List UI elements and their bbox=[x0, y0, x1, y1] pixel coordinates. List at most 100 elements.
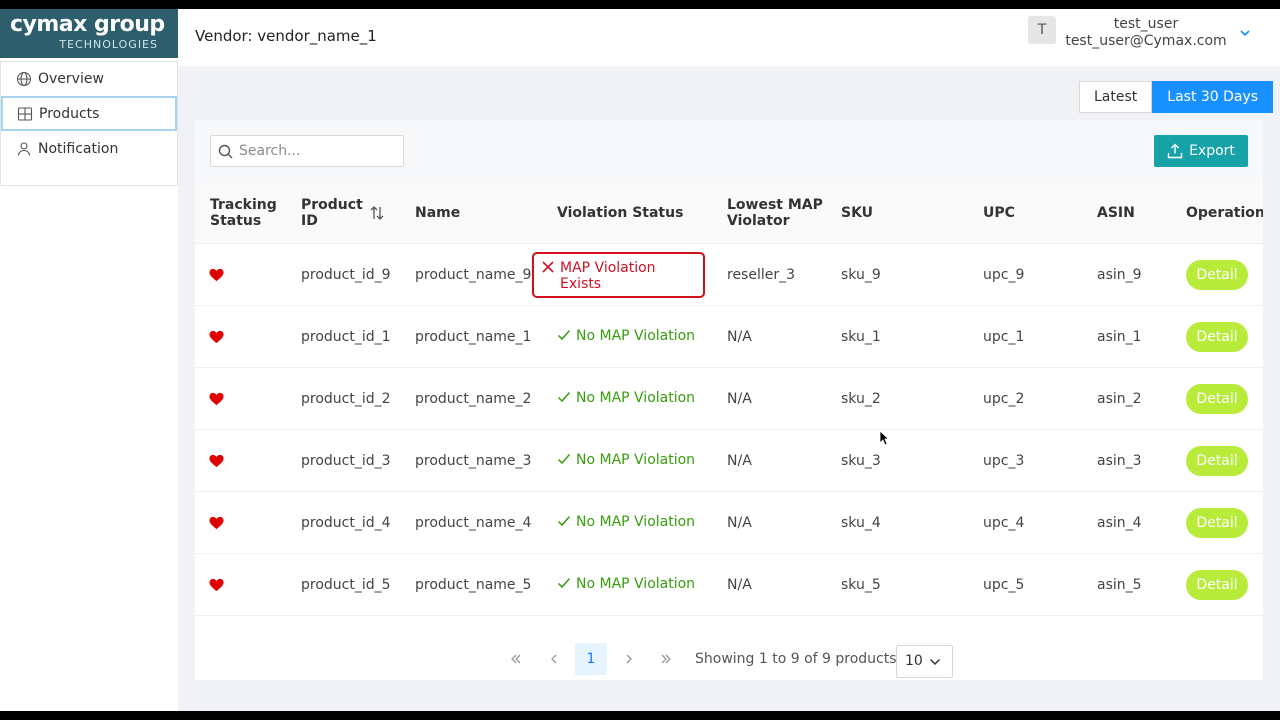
lowest-violator-cell: N/A bbox=[727, 577, 752, 593]
detail-button[interactable]: Detail bbox=[1186, 322, 1248, 352]
user-icon bbox=[16, 141, 32, 157]
check-icon bbox=[557, 390, 576, 408]
asin-cell: asin_9 bbox=[1097, 267, 1142, 283]
page-size-select[interactable]: 10 bbox=[896, 645, 953, 678]
user-name[interactable]: test_user bbox=[1064, 16, 1228, 32]
sku-cell: sku_9 bbox=[841, 267, 881, 283]
check-icon bbox=[557, 576, 576, 594]
product-id-cell: product_id_1 bbox=[301, 329, 391, 345]
violation-status-text: No MAP Violation bbox=[576, 576, 696, 592]
user-email[interactable]: test_user@Cymax.com bbox=[1064, 33, 1228, 49]
heart-icon[interactable] bbox=[209, 554, 224, 616]
products-card: Export TrackingStatus ProductID Name Vio… bbox=[195, 120, 1263, 680]
product-id-cell: product_id_2 bbox=[301, 391, 391, 407]
chevron-right-icon bbox=[626, 654, 632, 664]
double-chevron-right-icon bbox=[661, 654, 671, 664]
export-button[interactable]: Export bbox=[1154, 135, 1248, 167]
detail-button[interactable]: Detail bbox=[1186, 508, 1248, 538]
asin-cell: asin_2 bbox=[1097, 391, 1142, 407]
violation-status-text: No MAP Violation bbox=[576, 514, 696, 530]
chevron-left-icon bbox=[551, 654, 557, 664]
sort-icon[interactable] bbox=[369, 205, 385, 221]
product-id-cell: product_id_5 bbox=[301, 577, 391, 593]
header-line: Violator bbox=[727, 213, 790, 229]
sku-cell: sku_4 bbox=[841, 515, 881, 531]
avatar[interactable]: T bbox=[1028, 16, 1056, 44]
table-row: product_id_9 product_name_9 MAP Violation E… bbox=[195, 244, 1263, 306]
detail-button[interactable]: Detail bbox=[1186, 260, 1248, 290]
range-latest-button[interactable]: Latest bbox=[1079, 81, 1153, 113]
export-label: Export bbox=[1189, 143, 1235, 159]
violation-status-text: MAP Violation Exists bbox=[560, 260, 656, 292]
close-icon bbox=[541, 260, 560, 278]
app-window: cymax group TECHNOLOGIES Overview Produc… bbox=[0, 9, 1280, 711]
asin-cell: asin_1 bbox=[1097, 329, 1142, 345]
logo[interactable]: cymax group TECHNOLOGIES bbox=[0, 9, 178, 58]
column-header-upc: UPC bbox=[983, 205, 1015, 221]
product-name-cell: product_name_2 bbox=[415, 391, 532, 407]
table-row: product_id_3 product_name_3 No MAP Violati… bbox=[195, 430, 1263, 492]
prev-page-button[interactable] bbox=[538, 643, 570, 675]
violation-status-cell: No MAP Violation bbox=[557, 368, 695, 430]
search-box[interactable] bbox=[210, 135, 404, 167]
heart-icon[interactable] bbox=[209, 368, 224, 430]
lowest-violator-cell: N/A bbox=[727, 515, 752, 531]
column-header-name: Name bbox=[415, 205, 461, 221]
violation-status-cell: No MAP Violation bbox=[557, 492, 695, 554]
check-icon bbox=[557, 514, 576, 532]
violation-status-cell: MAP Violation Exists bbox=[532, 244, 705, 306]
column-header-tracking-status: Tracking Status bbox=[210, 182, 277, 244]
detail-button[interactable]: Detail bbox=[1186, 384, 1248, 414]
page-number-button[interactable]: 1 bbox=[575, 643, 607, 675]
product-name-cell: product_name_3 bbox=[415, 453, 532, 469]
violation-status-cell: No MAP Violation bbox=[557, 306, 695, 368]
range-last-30-days-button[interactable]: Last 30 Days bbox=[1152, 81, 1274, 113]
column-header-product-id[interactable]: Product ID bbox=[301, 182, 384, 244]
sidebar-item-overview[interactable]: Overview bbox=[1, 61, 177, 96]
product-name-cell: product_name_1 bbox=[415, 329, 532, 345]
pagination-summary: Showing 1 to 9 of 9 products bbox=[695, 651, 897, 667]
asin-cell: asin_4 bbox=[1097, 515, 1142, 531]
sidebar-item-label: Products bbox=[39, 105, 100, 122]
heart-icon[interactable] bbox=[209, 306, 224, 368]
globe-icon bbox=[16, 71, 32, 87]
sidebar-nav: Overview Products Notification bbox=[0, 61, 178, 166]
chevron-down-icon bbox=[929, 658, 941, 666]
column-header-violation-status: Violation Status bbox=[557, 205, 684, 221]
detail-button[interactable]: Detail bbox=[1186, 446, 1248, 476]
table-row: product_id_1 product_name_1 No MAP Violati… bbox=[195, 306, 1263, 368]
table-row: product_id_5 product_name_5 No MAP Violati… bbox=[195, 554, 1263, 616]
last-page-button[interactable] bbox=[650, 643, 682, 675]
sidebar: cymax group TECHNOLOGIES Overview Produc… bbox=[0, 9, 178, 711]
table-header-row: Tracking Status Product ID Name Violation … bbox=[195, 182, 1263, 244]
chevron-down-icon[interactable] bbox=[1238, 25, 1252, 39]
detail-button[interactable]: Detail bbox=[1186, 570, 1248, 600]
lowest-violator-cell: N/A bbox=[727, 329, 752, 345]
grid-icon bbox=[17, 106, 33, 122]
sidebar-item-label: Overview bbox=[38, 70, 104, 87]
column-header-sku: SKU bbox=[841, 205, 874, 221]
logo-sub-text: TECHNOLOGIES bbox=[59, 38, 158, 51]
heart-icon[interactable] bbox=[209, 244, 224, 306]
product-name-cell: product_name_4 bbox=[415, 515, 532, 531]
mouse-cursor-icon bbox=[879, 430, 889, 446]
violation-status-text: No MAP Violation bbox=[576, 328, 696, 344]
upc-cell: upc_4 bbox=[983, 515, 1025, 531]
first-page-button[interactable] bbox=[500, 643, 532, 675]
violation-status-text: No MAP Violation bbox=[576, 390, 696, 406]
heart-icon[interactable] bbox=[209, 430, 224, 492]
lowest-violator-cell: N/A bbox=[727, 391, 752, 407]
sidebar-item-notification[interactable]: Notification bbox=[1, 131, 177, 166]
column-header-operation: Operation bbox=[1186, 205, 1263, 221]
product-id-cell: product_id_4 bbox=[301, 515, 391, 531]
heart-icon[interactable] bbox=[209, 492, 224, 554]
logo-main-text: cymax group bbox=[10, 12, 165, 37]
search-icon bbox=[218, 144, 233, 159]
header-line: Product bbox=[301, 197, 363, 213]
next-page-button[interactable] bbox=[613, 643, 645, 675]
product-id-cell: product_id_3 bbox=[301, 453, 391, 469]
sidebar-item-products[interactable]: Products bbox=[1, 96, 177, 131]
product-name-cell: product_name_5 bbox=[415, 577, 532, 593]
search-input[interactable] bbox=[239, 140, 399, 162]
upc-cell: upc_1 bbox=[983, 329, 1025, 345]
